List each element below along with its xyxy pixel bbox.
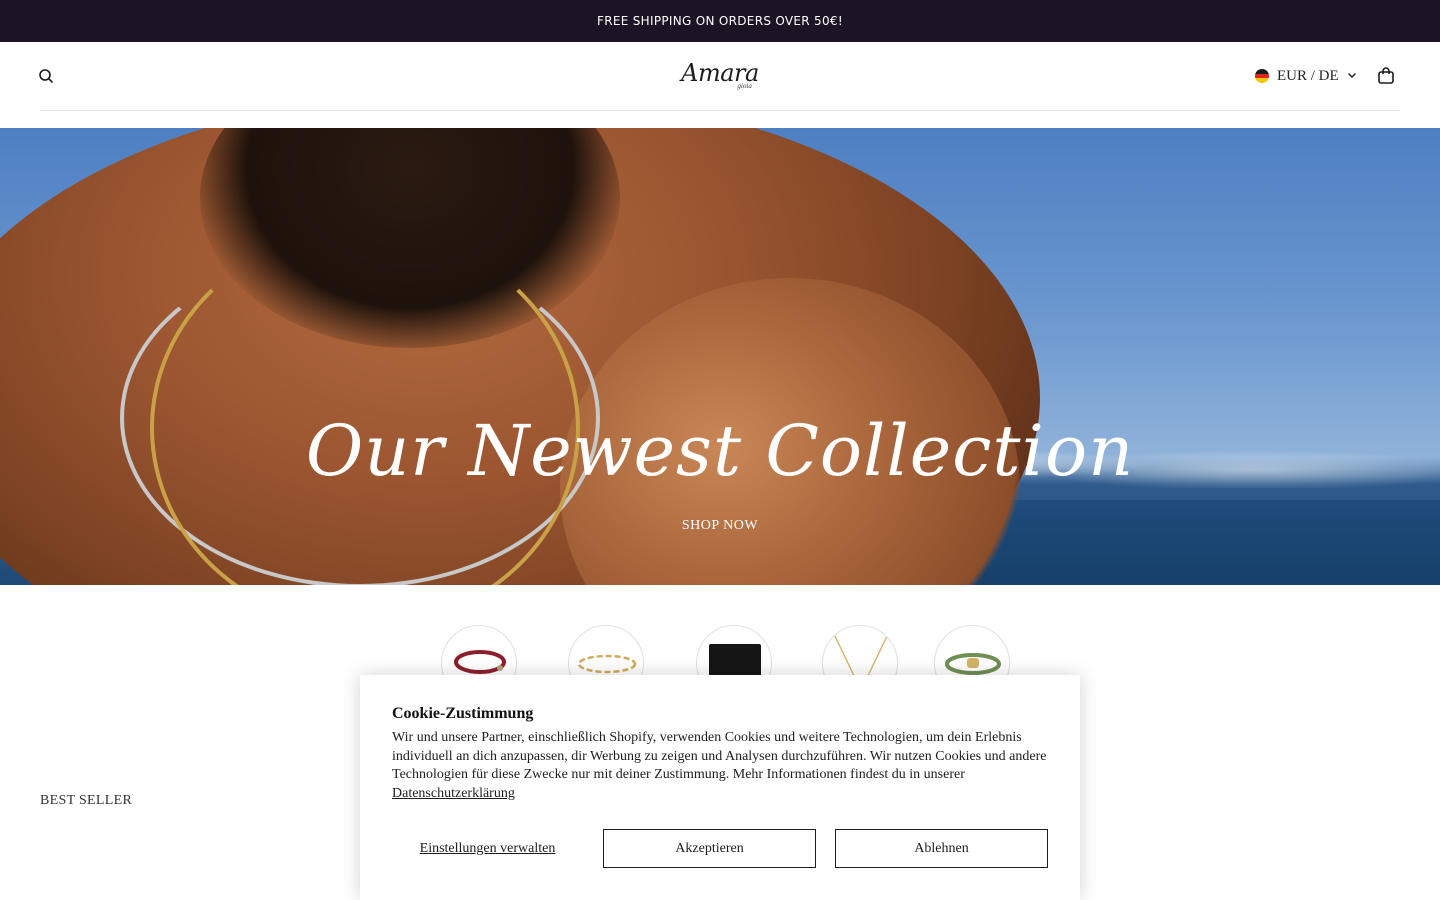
locale-label: EUR / DE [1277, 67, 1339, 84]
cookie-title: Cookie-Zustimmung [392, 705, 534, 722]
search-icon[interactable] [36, 66, 56, 86]
shopping-bag-icon[interactable] [1376, 66, 1396, 86]
cookie-consent-dialog: Cookie-Zustimmung Wir und unsere Partner… [360, 675, 1080, 900]
cookie-actions: Einstellungen verwalten Akzeptieren Able… [392, 829, 1048, 868]
manage-preferences-button[interactable]: Einstellungen verwalten [392, 829, 583, 868]
hero-title: Our Newest Collection [305, 410, 1135, 492]
accept-cookies-button[interactable]: Akzeptieren [603, 829, 816, 868]
logo-mark: Amara [681, 59, 759, 87]
best-seller-heading: BEST SELLER [40, 793, 133, 808]
store-logo[interactable]: Amara gioia [660, 56, 780, 96]
cookie-body: Wir und unsere Partner, einschließlich S… [392, 729, 1052, 803]
germany-flag-icon [1255, 69, 1269, 83]
announcement-bar: FREE SHIPPING ON ORDERS OVER 50€! [0, 0, 1440, 42]
announcement-text: FREE SHIPPING ON ORDERS OVER 50€! [597, 14, 843, 28]
site-header: Amara gioia EUR / DE [0, 42, 1440, 128]
cookie-body-text: Wir und unsere Partner, einschließlich S… [392, 730, 1047, 782]
decline-cookies-button[interactable]: Ablehnen [835, 829, 1048, 868]
logo-subtext: gioia [737, 83, 752, 90]
privacy-policy-link[interactable]: Datenschutzerklärung [392, 786, 515, 801]
currency-locale-selector[interactable]: EUR / DE [1255, 66, 1357, 86]
hero-banner[interactable]: Our Newest Collection SHOP NOW [0, 128, 1440, 585]
chevron-down-icon [1347, 67, 1357, 85]
shop-now-link[interactable]: SHOP NOW [672, 514, 768, 538]
header-divider [40, 110, 1400, 111]
